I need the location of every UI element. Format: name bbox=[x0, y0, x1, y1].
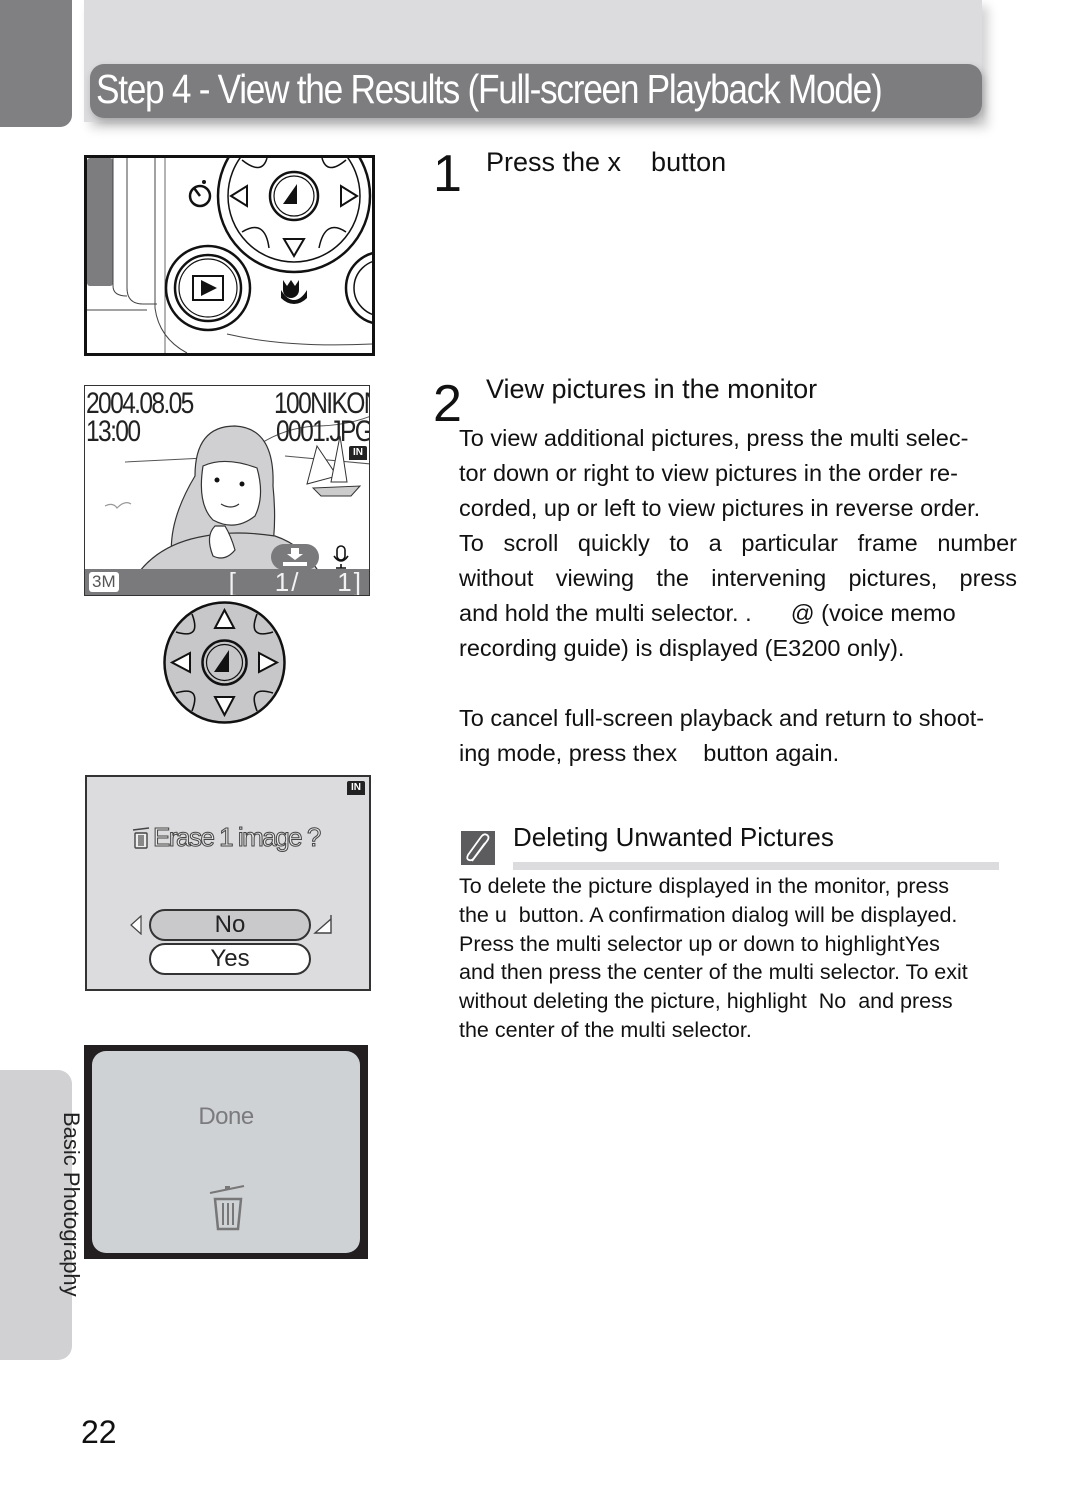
text-line: recording guide) is displayed (E3200 onl… bbox=[459, 635, 905, 661]
image-mode-badge: 3M bbox=[89, 572, 119, 592]
text-line: Press the multi selector up or down to h… bbox=[459, 931, 940, 956]
note-title: Deleting Unwanted Pictures bbox=[513, 822, 834, 852]
step-2-paragraph-1: To view additional pictures, press the m… bbox=[459, 421, 1017, 666]
note-body: To delete the picture displayed in the m… bbox=[459, 872, 1019, 1045]
text-line: and then press the center of the multi s… bbox=[459, 960, 968, 985]
self-timer-icon bbox=[188, 180, 212, 208]
text-line: To cancel full-screen playback and retur… bbox=[459, 705, 985, 731]
page-title: Step 4 - View the Results (Full-screen P… bbox=[96, 66, 883, 112]
text-line: tor down or right to view pictures in th… bbox=[459, 460, 958, 486]
text-line: the center of the multi selector. bbox=[459, 1017, 752, 1042]
playback-button-drawing bbox=[164, 244, 252, 332]
trash-icon bbox=[132, 827, 150, 849]
page-number: 22 bbox=[81, 1414, 117, 1450]
erase-dialog-title: Erase 1 image ? bbox=[153, 822, 322, 853]
playback-screen: 2004.08.05 13:00 100NIKON 0001.JPG IN 3M… bbox=[84, 385, 370, 596]
step-2-number: 2 bbox=[433, 375, 462, 433]
paperclip-icon bbox=[461, 831, 495, 865]
playback-time: 13:00 bbox=[86, 415, 141, 448]
done-message: Done bbox=[198, 1103, 254, 1130]
step-1-number: 1 bbox=[433, 145, 462, 203]
internal-memory-icon: IN bbox=[349, 446, 367, 460]
bird-doodle bbox=[104, 502, 132, 509]
text-line: and hold the multi selector. . @ (voice … bbox=[459, 600, 956, 626]
done-screen: Done bbox=[84, 1045, 368, 1259]
camera-controls-drawing bbox=[87, 118, 420, 354]
erase-option-no[interactable]: No bbox=[149, 909, 311, 941]
left-arrow-icon bbox=[130, 915, 142, 935]
text-line: without deleting the picture, highlight … bbox=[459, 989, 953, 1014]
internal-memory-icon: IN bbox=[347, 781, 365, 795]
delete-button-drawing bbox=[344, 250, 420, 326]
chapter-tab-top bbox=[0, 0, 72, 127]
camera-back-illustration bbox=[84, 118, 420, 356]
trash-icon bbox=[209, 1185, 245, 1231]
note-divider bbox=[513, 862, 999, 870]
macro-flower-icon bbox=[281, 280, 307, 304]
playback-status-bar: 3M [ 1/ 1] bbox=[85, 569, 369, 595]
text-line: the u button. A confirmation dialog will… bbox=[459, 902, 958, 927]
done-screen-display: Done bbox=[92, 1051, 360, 1253]
text-line: without viewing the intervening pictures… bbox=[459, 565, 1017, 591]
text-line: corded, up or left to view pictures in r… bbox=[459, 495, 981, 521]
erase-confirmation-screen: IN Erase 1 image ? No Yes bbox=[85, 775, 371, 991]
step-1-title: Press the x button bbox=[486, 147, 727, 177]
multi-selector-drawing bbox=[216, 118, 372, 274]
text-line: ing mode, press thex button again. bbox=[459, 740, 840, 766]
step-2-paragraph-2: To cancel full-screen playback and retur… bbox=[459, 701, 1017, 771]
enter-icon bbox=[313, 915, 332, 934]
multi-selector-icon bbox=[163, 601, 286, 724]
frame-counter: [ 1/ 1] bbox=[228, 567, 363, 596]
erase-option-yes[interactable]: Yes bbox=[149, 943, 311, 975]
step-2-title: View pictures in the monitor bbox=[486, 374, 818, 404]
text-line: To view additional pictures, press the m… bbox=[459, 425, 969, 451]
text-line: To scroll quickly to a particular frame … bbox=[459, 530, 1017, 556]
text-line: To delete the picture displayed in the m… bbox=[459, 874, 950, 898]
playback-filename: 0001.JPG bbox=[276, 415, 370, 448]
multi-selector-illustration bbox=[162, 600, 287, 725]
chapter-label: Basic Photography bbox=[59, 1112, 84, 1297]
microphone-icon bbox=[333, 545, 349, 569]
